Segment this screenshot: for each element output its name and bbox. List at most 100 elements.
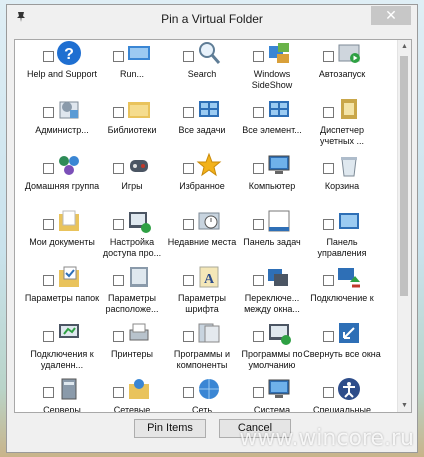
programs-features-icon [198,323,220,343]
folder-item[interactable]: Корзина [311,152,381,208]
folder-item[interactable]: Программы по умолчанию [241,320,311,376]
folder-item[interactable]: ? Help and Support [27,40,101,96]
network-icon [199,379,219,399]
folder-item[interactable]: A Параметры шрифта [171,264,241,320]
item-checkbox[interactable] [113,331,124,342]
servers-icon [61,378,77,400]
folder-options-icon [59,266,79,287]
item-checkbox[interactable] [253,275,264,286]
item-checkbox[interactable] [113,387,124,398]
item-label: Мои документы [29,237,95,247]
control-panel-icon [339,213,359,229]
folder-item[interactable]: Игры [101,152,171,208]
vertical-scrollbar[interactable]: ▲ ▼ [397,40,411,412]
item-checkbox[interactable] [113,219,124,230]
svg-text:A: A [204,272,215,287]
folder-item[interactable]: Подключения к удаленн... [30,320,101,376]
folder-item[interactable]: Серверы [31,376,101,412]
folder-item[interactable]: Избранное [171,152,241,208]
folder-item[interactable]: Программы и компоненты [171,320,241,376]
close-button[interactable]: ✕ [371,6,411,25]
folder-item[interactable]: Диспетчер учетных ... [311,96,381,152]
pin-items-button[interactable]: Pin Items [134,419,206,438]
folder-item[interactable]: Параметры расположе... [101,264,171,320]
item-checkbox[interactable] [253,107,264,118]
item-checkbox[interactable] [253,331,264,342]
item-checkbox[interactable] [43,387,54,398]
folder-item[interactable]: Специальные [311,376,381,412]
item-checkbox[interactable] [323,387,334,398]
window-title: Pin a Virtual Folder [161,12,263,26]
title-bar: Pin a Virtual Folder ✕ [7,5,417,31]
folder-item[interactable]: Сеть [171,376,241,412]
scroll-up-arrow[interactable]: ▲ [400,42,409,51]
item-label: Run... [119,69,144,79]
item-checkbox[interactable] [43,275,54,286]
folder-item[interactable]: Недавние места [168,208,241,264]
folder-item[interactable]: Все элемент... [241,96,311,152]
folder-item[interactable]: Переключе... между окна... [241,264,311,320]
item-checkbox[interactable] [323,107,334,118]
folder-item[interactable]: Настройка доступа про... [101,208,171,264]
item-checkbox[interactable] [113,275,124,286]
folder-item[interactable]: Администр... [31,96,101,152]
item-checkbox[interactable] [323,275,334,286]
folder-item[interactable]: Сетевые [101,376,171,412]
item-checkbox[interactable] [253,387,264,398]
item-checkbox[interactable] [43,107,54,118]
folder-item[interactable]: Панель управления [311,208,381,264]
folder-item[interactable]: Search [171,40,241,96]
item-label: Панель управления [317,237,367,258]
folder-item[interactable]: Свернуть все окна [303,320,381,376]
item-label: Параметры папок [24,293,100,303]
folder-item[interactable]: Параметры папок [25,264,101,320]
folder-item[interactable]: Автозапуск [311,40,381,96]
libraries-icon [128,102,150,118]
item-checkbox[interactable] [183,163,194,174]
folder-item[interactable]: Принтеры [101,320,171,376]
folder-item[interactable]: Все задачи [171,96,241,152]
item-label: Автозапуск [318,69,366,79]
item-checkbox[interactable] [43,51,54,62]
folder-item[interactable]: Панель задач [241,208,311,264]
item-label: Игры [121,181,143,191]
sideshow-icon [269,43,289,63]
folder-item[interactable]: Библиотеки [101,96,171,152]
item-checkbox[interactable] [113,51,124,62]
item-checkbox[interactable] [43,219,54,230]
item-checkbox[interactable] [183,387,194,398]
folder-item[interactable]: Run... [101,40,171,96]
item-label: Параметры шрифта [178,293,226,314]
item-label: Программы по умолчанию [241,349,303,370]
item-label: Search [187,69,217,79]
item-checkbox[interactable] [323,219,334,230]
item-checkbox[interactable] [323,331,334,342]
item-label: Избранное [179,181,225,191]
folder-item[interactable]: Система [241,376,311,412]
item-checkbox[interactable] [183,331,194,342]
item-checkbox[interactable] [183,107,194,118]
folder-item[interactable]: Подключение к [310,264,381,320]
folder-item[interactable]: Windows SideShow [241,40,311,96]
item-checkbox[interactable] [253,163,264,174]
folder-item[interactable]: Мои документы [29,208,101,264]
scroll-thumb[interactable] [400,56,408,296]
item-checkbox[interactable] [323,163,334,174]
switch-windows-icon [268,269,288,286]
search-icon [199,42,221,64]
scroll-down-arrow[interactable]: ▼ [400,401,409,410]
item-checkbox[interactable] [113,107,124,118]
item-checkbox[interactable] [183,275,194,286]
svg-text:?: ? [64,46,74,63]
default-access-icon [129,212,151,233]
item-checkbox[interactable] [183,219,194,230]
folder-item[interactable]: Компьютер [241,152,311,208]
item-checkbox[interactable] [183,51,194,62]
folder-item[interactable]: Домашняя группа [25,152,101,208]
item-checkbox[interactable] [253,219,264,230]
item-checkbox[interactable] [253,51,264,62]
item-checkbox[interactable] [43,163,54,174]
item-checkbox[interactable] [43,331,54,342]
item-checkbox[interactable] [113,163,124,174]
item-checkbox[interactable] [323,51,334,62]
